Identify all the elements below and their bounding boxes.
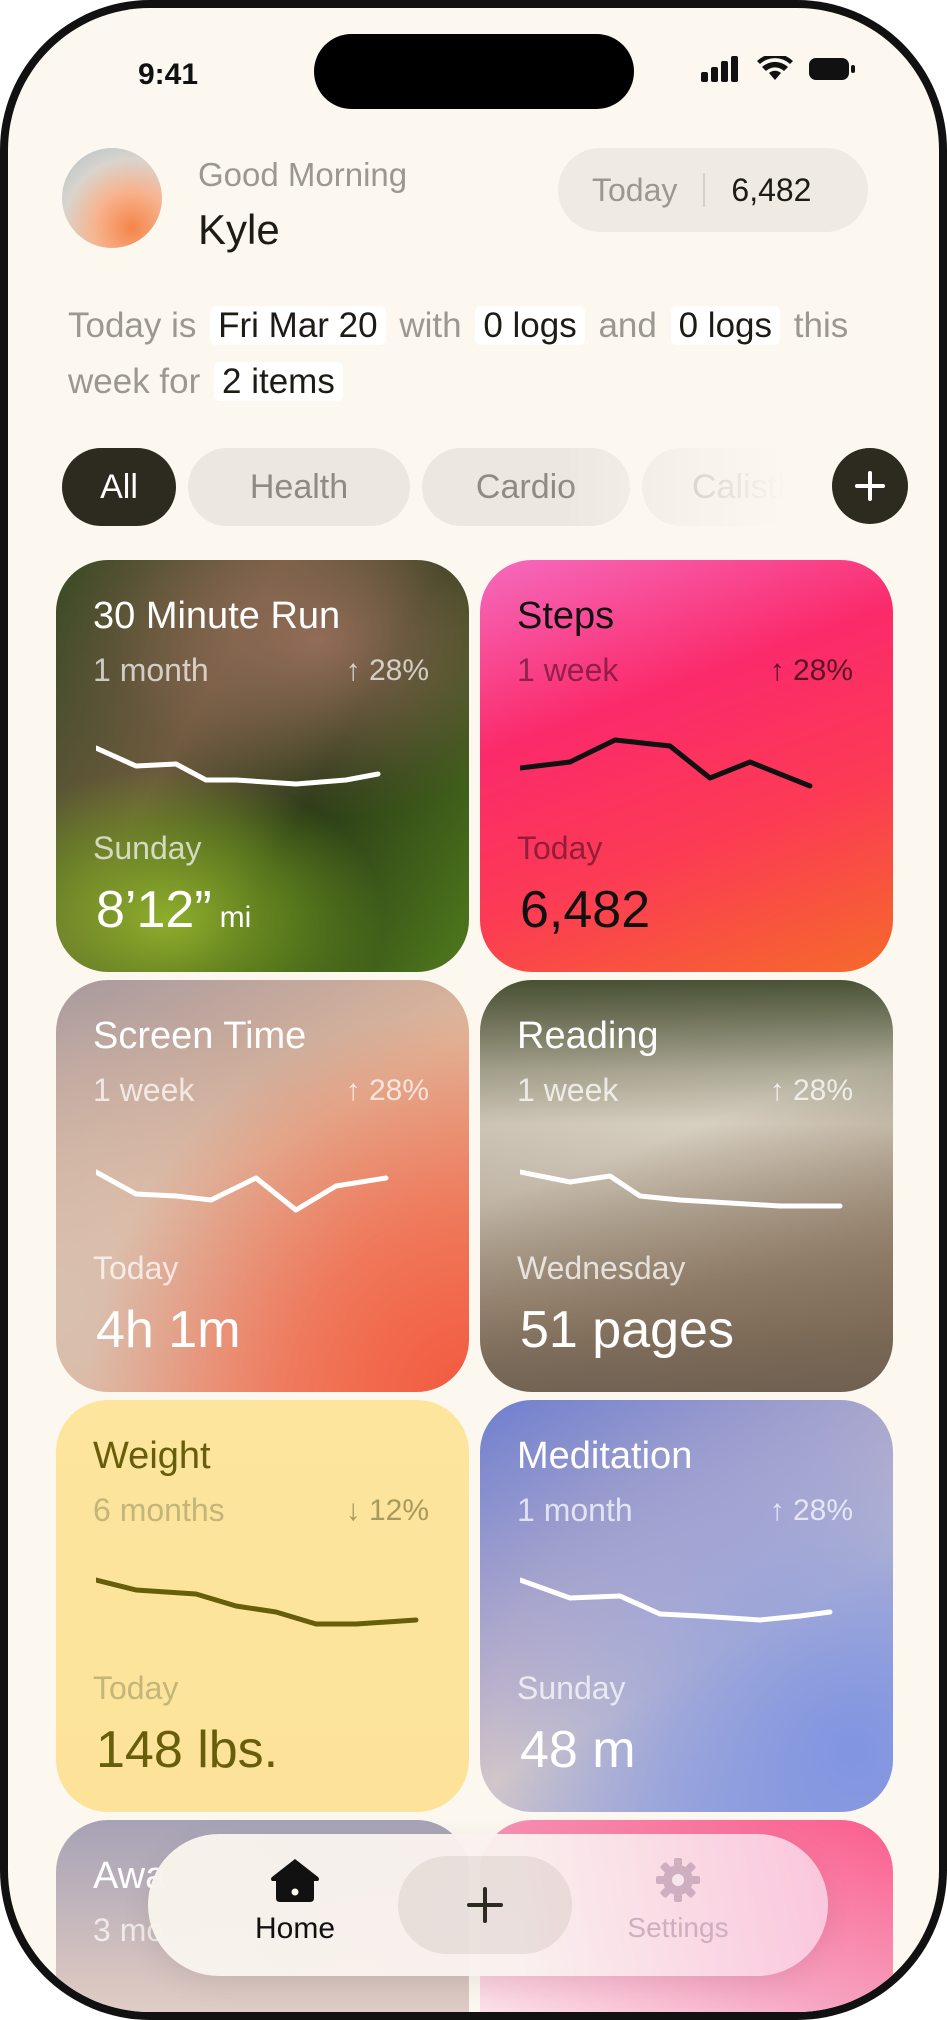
today-pill-divider xyxy=(703,173,706,207)
card-day-label: Sunday xyxy=(517,1670,626,1706)
card-value: 6,482 xyxy=(520,881,651,939)
card-title: Weight xyxy=(93,1435,211,1477)
sparkline xyxy=(96,1169,389,1213)
battery-icon xyxy=(809,58,855,80)
card-period: 1 week xyxy=(517,652,619,688)
card-value-number: 8’12” xyxy=(96,881,212,939)
summary-items: 2 items xyxy=(214,362,343,401)
tab-home-label: Home xyxy=(254,1912,336,1945)
card-title: Meditation xyxy=(517,1435,693,1477)
card-change: ↑ 28% xyxy=(769,1074,853,1107)
summary-prefix: Today is xyxy=(68,306,197,345)
tab-settings-label: Settings xyxy=(627,1912,729,1943)
card-period: 1 month xyxy=(517,1492,633,1528)
card-screen-time[interactable]: Screen Time 1 week ↑ 28% Today 4h 1m xyxy=(56,980,469,1392)
chip-cardio[interactable]: Cardio xyxy=(422,448,630,526)
add-filter-button[interactable] xyxy=(832,448,908,524)
card-change: ↑ 28% xyxy=(345,654,429,687)
card-reading[interactable]: Reading 1 week ↑ 28% Wednesday 51 pages xyxy=(480,980,893,1392)
today-steps-pill[interactable]: Today 6,482 xyxy=(558,148,868,232)
plus-icon xyxy=(855,471,885,501)
card-title: Screen Time xyxy=(93,1015,307,1057)
status-time: 9:41 xyxy=(138,58,199,91)
app-screen: 9:41 Good Morning Kyle Today 6,482 Today… xyxy=(8,8,939,2012)
summary-with: with xyxy=(399,306,462,345)
card-period: 6 months xyxy=(93,1492,225,1528)
sparkline xyxy=(96,745,381,787)
user-name: Kyle xyxy=(198,206,280,253)
card-change: ↑ 28% xyxy=(769,654,853,687)
card-value: 148 lbs. xyxy=(96,1721,279,1779)
sparkline xyxy=(520,737,813,789)
card-change: ↑ 28% xyxy=(769,1494,853,1527)
card-period: 1 week xyxy=(93,1072,195,1108)
card-period: 1 month xyxy=(93,652,209,688)
card-day-label: Today xyxy=(517,830,603,866)
tab-settings[interactable]: Settings xyxy=(598,1856,758,1956)
greeting-text: Good Morning xyxy=(198,156,408,193)
summary-and: and xyxy=(598,306,657,345)
summary-logs-week: 0 logs xyxy=(670,306,781,345)
avatar[interactable] xyxy=(62,148,162,248)
home-icon xyxy=(271,1859,319,1902)
card-steps[interactable]: Steps 1 week ↑ 28% Today 6,482 xyxy=(480,560,893,972)
card-value: 48 m xyxy=(520,1721,636,1779)
chip-all[interactable]: All xyxy=(62,448,176,526)
sparkline xyxy=(520,1169,843,1209)
card-weight[interactable]: Weight 6 months ↓ 12% Today 148 lbs. xyxy=(56,1400,469,1812)
today-pill-value: 6,482 xyxy=(731,171,812,208)
gear-icon xyxy=(656,1858,700,1902)
summary-logs-today: 0 logs xyxy=(475,306,585,345)
wifi-icon xyxy=(757,56,793,80)
card-period: 1 week xyxy=(517,1072,619,1108)
add-log-button[interactable] xyxy=(398,1856,572,1954)
status-icons xyxy=(701,56,855,82)
card-day-label: Today xyxy=(93,1250,179,1286)
card-value: 8’12” mi xyxy=(96,880,251,940)
card-value-unit: mi xyxy=(219,901,252,934)
dynamic-island xyxy=(314,34,634,109)
summary-text: Today is Fri Mar 20 with 0 logs and 0 lo… xyxy=(68,298,888,410)
card-value: 4h 1m xyxy=(96,1301,241,1359)
card-title: Reading xyxy=(517,1015,659,1057)
card-title: Steps xyxy=(517,595,615,637)
sparkline xyxy=(520,1577,833,1623)
tab-home[interactable]: Home xyxy=(220,1856,370,1956)
card-day-label: Sunday xyxy=(93,830,202,866)
card-change: ↓ 12% xyxy=(345,1494,429,1527)
card-day-label: Today xyxy=(93,1670,179,1706)
plus-icon xyxy=(467,1887,503,1923)
summary-date: Fri Mar 20 xyxy=(210,306,386,345)
bottom-tab-bar: Home Settings xyxy=(148,1834,828,1976)
card-day-label: Wednesday xyxy=(517,1250,686,1286)
chip-health[interactable]: Health xyxy=(188,448,410,526)
card-30-minute-run[interactable]: 30 Minute Run 1 month ↑ 28% Sunday 8’12”… xyxy=(56,560,469,972)
card-change: ↑ 28% xyxy=(345,1074,429,1107)
card-meditation[interactable]: Meditation 1 month ↑ 28% Sunday 48 m xyxy=(480,1400,893,1812)
card-title: 30 Minute Run xyxy=(93,595,341,637)
today-pill-label: Today xyxy=(592,171,678,208)
filter-chips: All Health Cardio Calisthenics xyxy=(62,448,939,528)
phone-frame: 9:41 Good Morning Kyle Today 6,482 Today… xyxy=(0,0,947,2020)
cellular-signal-icon xyxy=(701,56,738,82)
sparkline xyxy=(96,1577,419,1627)
card-value: 51 pages xyxy=(520,1301,734,1359)
